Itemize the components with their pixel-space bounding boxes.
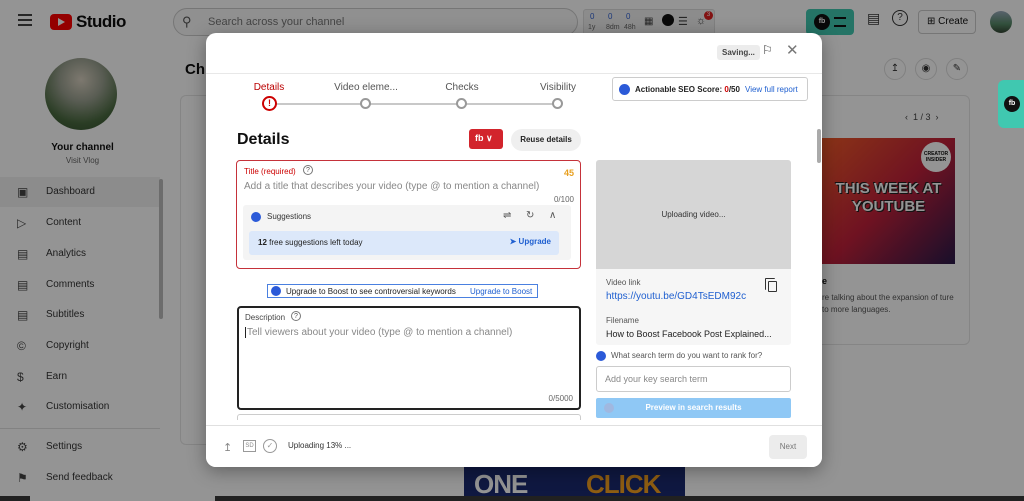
preview-in-search-button[interactable]: Preview in search results [596, 398, 791, 418]
filter-icon[interactable]: ⇌ [503, 210, 511, 221]
step-video-elements-dot[interactable] [360, 98, 371, 109]
upgrade-label: Upgrade [518, 237, 551, 246]
upload-icon: ↥ [223, 442, 233, 454]
step-checks-label[interactable]: Checks [422, 82, 502, 93]
chevron-down-icon: ∨ [486, 133, 493, 143]
sd-quality-icon: SD [243, 440, 256, 452]
description-label: Description [245, 313, 286, 322]
description-field[interactable]: Description ? Tell viewers about your vi… [237, 306, 581, 410]
boost-text: Upgrade to Boost to see controversial ke… [286, 287, 456, 296]
rank-question-text: What search term do you want to rank for… [611, 351, 763, 361]
stepper-track [269, 103, 559, 105]
fb-dropdown-button[interactable]: fb ∨ [469, 129, 503, 149]
free-suggestions-count: 12 [258, 238, 267, 247]
boost-upsell-banner: Upgrade to Boost to see controversial ke… [267, 284, 538, 298]
next-field-edge [237, 414, 581, 420]
title-help-icon[interactable]: ? [303, 165, 313, 175]
title-label: Title (required) [244, 167, 296, 176]
fb-logo-icon: fb [1004, 96, 1020, 112]
extension-logo-icon [604, 403, 614, 413]
upload-dialog: Saving... ⚐ ✕ Details Video eleme... Che… [206, 33, 822, 467]
view-full-report-link[interactable]: View full report [745, 85, 798, 94]
next-button[interactable]: Next [769, 435, 807, 459]
rocket-icon: ➤ [509, 237, 519, 246]
rank-question: What search term do you want to rank for… [596, 351, 762, 361]
step-visibility-dot[interactable] [552, 98, 563, 109]
title-input[interactable]: Add a title that describes your video (t… [244, 181, 539, 192]
dialog-footer: ↥ SD ✓ Uploading 13% ... Next [206, 425, 822, 467]
report-icon[interactable]: ⚐ [762, 43, 773, 57]
filename-label: Filename [606, 316, 639, 325]
description-help-icon[interactable]: ? [291, 311, 301, 321]
upload-status: Uploading 13% ... [288, 441, 352, 450]
extension-logo-icon [251, 212, 261, 222]
reuse-details-button[interactable]: Reuse details [511, 129, 581, 151]
step-video-elements-label[interactable]: Video eleme... [326, 82, 406, 93]
step-details-error-icon[interactable]: ! [262, 96, 277, 111]
suggestions-label: Suggestions [267, 212, 312, 221]
copy-icon[interactable] [765, 278, 777, 292]
upgrade-link[interactable]: ➤ Upgrade [510, 237, 551, 246]
video-link[interactable]: https://youtu.be/GD4TsEDM92c [606, 291, 746, 302]
seo-total: /50 [728, 85, 740, 94]
seo-label: Actionable SEO Score: [635, 85, 723, 94]
free-suggestions-row: 12 free suggestions left today ➤ Upgrade [249, 231, 559, 255]
uploading-video-text: Uploading video... [661, 210, 726, 219]
details-heading: Details [237, 131, 290, 148]
preview-button-label: Preview in search results [645, 403, 742, 412]
upgrade-to-boost-link[interactable]: Upgrade to Boost [470, 287, 532, 296]
title-char-count: 0/100 [553, 195, 574, 204]
free-suggestions-text: free suggestions left today [269, 238, 363, 247]
step-visibility-label[interactable]: Visibility [518, 82, 598, 93]
saving-status: Saving... [717, 45, 760, 60]
step-checks-dot[interactable] [456, 98, 467, 109]
header-divider [206, 73, 822, 74]
close-icon[interactable]: ✕ [786, 41, 799, 59]
step-details-label[interactable]: Details [229, 82, 309, 93]
filename: How to Boost Facebook Post Explained... [606, 329, 772, 339]
title-score: 45 [563, 168, 574, 178]
suggestions-panel: Suggestions ⇌ ↻ ∧ 12 free suggestions le… [243, 205, 571, 260]
extension-logo-icon [619, 84, 630, 95]
fb-side-tab[interactable]: fb [998, 80, 1024, 128]
chevron-up-icon[interactable]: ∧ [549, 210, 556, 221]
description-char-count: 0/5000 [548, 394, 573, 403]
dialog-scrollbar[interactable] [817, 129, 821, 163]
refresh-icon[interactable]: ↻ [526, 210, 534, 221]
title-field[interactable]: Title (required) ? 45 Add a title that d… [236, 160, 581, 269]
checks-icon: ✓ [263, 439, 277, 453]
description-input[interactable]: Tell viewers about your video (type @ to… [245, 327, 512, 338]
fb-badge-text: fb [475, 133, 484, 143]
extension-logo-icon [596, 351, 606, 361]
video-preview-panel: Uploading video... Video link https://yo… [596, 160, 791, 345]
extension-logo-icon [271, 286, 281, 296]
video-link-label: Video link [606, 278, 641, 287]
key-search-term-input[interactable]: Add your key search term [596, 366, 791, 392]
seo-score-box: Actionable SEO Score: 0/50 View full rep… [612, 77, 808, 101]
